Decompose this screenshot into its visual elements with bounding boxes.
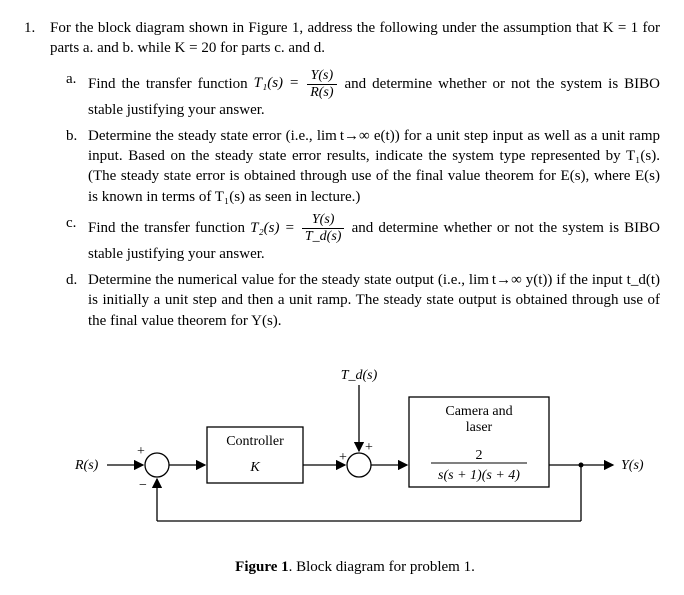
subparts: a. Find the transfer function T₁(s) = Y(… bbox=[50, 69, 660, 331]
sum2-plus1: + bbox=[339, 450, 347, 465]
part-a-t1: T₁(s) = bbox=[254, 75, 306, 91]
plant-num: 2 bbox=[476, 448, 483, 463]
part-a: a. Find the transfer function T₁(s) = Y(… bbox=[66, 69, 660, 120]
part-a-frac-num: Y(s) bbox=[311, 68, 334, 83]
part-b-text: Determine the steady state error (i.e., … bbox=[88, 126, 660, 207]
problem-intro: For the block diagram shown in Figure 1,… bbox=[50, 18, 660, 59]
part-b: b. Determine the steady state error (i.e… bbox=[66, 126, 660, 207]
part-c-frac-den: T_d(s) bbox=[305, 229, 342, 244]
sum-node-1 bbox=[145, 453, 169, 477]
part-d: d. Determine the numerical value for the… bbox=[66, 270, 660, 331]
figure-caption: Figure 1. Block diagram for problem 1. bbox=[50, 557, 660, 577]
controller-value: K bbox=[249, 460, 260, 475]
sum-node-2 bbox=[347, 453, 371, 477]
part-c-text: Find the transfer function T₂(s) = Y(s) T… bbox=[88, 213, 660, 264]
caption-rest: . Block diagram for problem 1. bbox=[289, 559, 475, 575]
problem-number: 1. bbox=[24, 18, 44, 577]
output-label: Y(s) bbox=[621, 458, 644, 473]
plant-box-bottom: laser bbox=[466, 420, 493, 435]
part-a-label: a. bbox=[66, 69, 82, 120]
part-a-frac-den: R(s) bbox=[310, 85, 333, 100]
input-label: R(s) bbox=[74, 458, 99, 473]
part-d-text: Determine the numerical value for the st… bbox=[88, 270, 660, 331]
block-diagram: R(s) + − Controller K + + T_d(s) bbox=[50, 353, 660, 539]
part-c-label: c. bbox=[66, 213, 82, 264]
sum1-minus: − bbox=[139, 478, 147, 493]
plant-den: s(s + 1)(s + 4) bbox=[438, 468, 520, 483]
part-c-t2: T₂(s) = bbox=[250, 220, 300, 236]
intro-text: For the block diagram shown in Figure 1,… bbox=[50, 20, 660, 56]
part-d-label: d. bbox=[66, 270, 82, 331]
controller-box-label: Controller bbox=[226, 434, 284, 449]
plant-box-top: Camera and bbox=[445, 404, 512, 419]
sum1-plus: + bbox=[137, 444, 145, 459]
part-a-pre: Find the transfer function bbox=[88, 75, 254, 91]
part-c: c. Find the transfer function T₂(s) = Y(… bbox=[66, 213, 660, 264]
problem-1: 1. For the block diagram shown in Figure… bbox=[24, 18, 660, 577]
disturbance-label: T_d(s) bbox=[341, 368, 378, 383]
part-a-frac: Y(s) R(s) bbox=[307, 69, 336, 100]
problem-body: For the block diagram shown in Figure 1,… bbox=[50, 18, 660, 577]
part-b-label: b. bbox=[66, 126, 82, 207]
part-c-pre: Find the transfer function bbox=[88, 220, 250, 236]
part-c-frac: Y(s) T_d(s) bbox=[302, 213, 345, 244]
caption-bold: Figure 1 bbox=[235, 559, 288, 575]
sum2-plus2: + bbox=[365, 440, 373, 455]
part-a-text: Find the transfer function T₁(s) = Y(s) R… bbox=[88, 69, 660, 120]
part-c-frac-num: Y(s) bbox=[312, 212, 335, 227]
